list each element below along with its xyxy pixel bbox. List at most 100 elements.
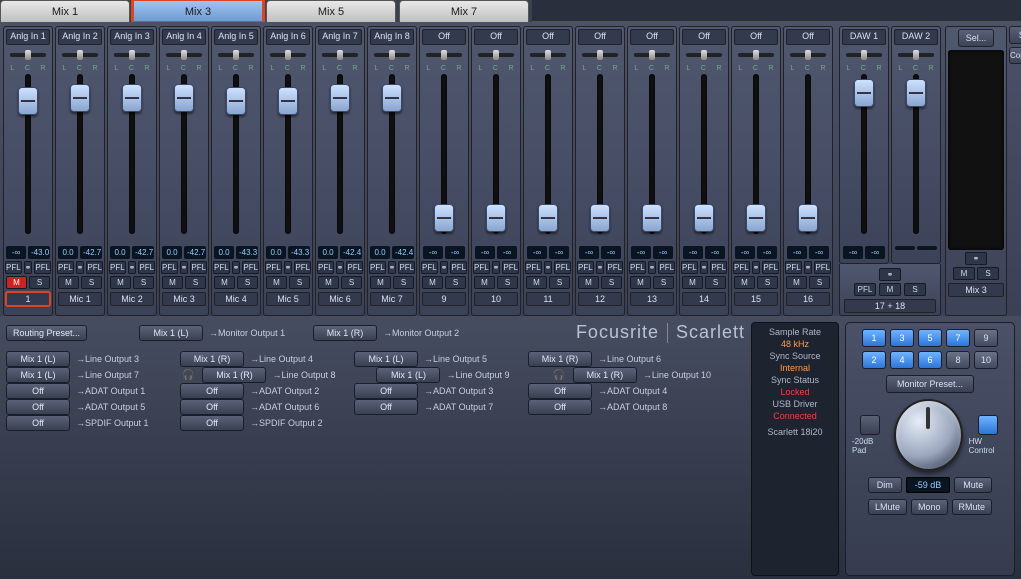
stereo-link-button[interactable]: ⚭ [492,261,501,274]
pfl-button-r[interactable]: PFL [762,261,779,274]
monitor-output-2[interactable]: 2 [862,351,886,369]
mute-button[interactable]: M [630,276,651,289]
pfl-button[interactable]: PFL [57,261,74,274]
channel-name[interactable]: Mic 6 [318,292,362,306]
routing-source-button[interactable]: Off [6,415,70,431]
stereo-link-button[interactable]: ⚭ [752,261,761,274]
solo-button[interactable]: S [757,276,778,289]
pfl-button[interactable]: PFL [525,261,542,274]
mute-button[interactable]: M [214,276,235,289]
solo-button[interactable]: S [653,276,674,289]
solo-button[interactable]: S [809,276,830,289]
routing-preset-button[interactable]: Routing Preset... [6,325,87,341]
pan-slider[interactable] [318,47,362,63]
monitor-output-7[interactable]: 7 [946,329,970,347]
routing-source-button[interactable]: Off [528,383,592,399]
solo-button[interactable]: S [445,276,466,289]
pfl-button-r[interactable]: PFL [190,261,207,274]
monitor-preset-button[interactable]: Monitor Preset... [886,375,974,393]
pan-slider[interactable] [266,47,310,63]
monitor-output-1[interactable]: 1 [862,329,886,347]
mute-button[interactable]: M [58,276,79,289]
rmute-button[interactable]: RMute [952,499,993,515]
routing-source-button[interactable]: Mix 1 (R) [528,351,592,367]
pfl-button[interactable]: PFL [473,261,490,274]
channel-name[interactable]: 1 [6,292,50,306]
mute-button[interactable]: M [526,276,547,289]
routing-source-button[interactable]: Mix 1 (L) [6,367,70,383]
daw-mute[interactable]: M [879,283,901,296]
solo-button[interactable]: S [549,276,570,289]
solo-button[interactable]: S [341,276,362,289]
mute-button[interactable]: M [318,276,339,289]
routing-source-button[interactable]: Mix 1 (R) [573,367,637,383]
stereo-link-button[interactable]: ⚭ [804,261,813,274]
mute-button[interactable]: M [474,276,495,289]
pfl-button-r[interactable]: PFL [242,261,259,274]
pan-slider[interactable] [370,47,414,63]
pan-slider[interactable] [630,47,674,63]
channel-name[interactable]: Mic 5 [266,292,310,306]
daw-link[interactable]: ⚭ [879,268,901,281]
stereo-link-button[interactable]: ⚭ [232,261,241,274]
sync-source-value[interactable]: Internal [756,363,834,373]
routing-source-button[interactable]: Mix 1 (L) [354,351,418,367]
routing-source-button[interactable]: Off [354,383,418,399]
copy-mix-to[interactable]: Copy Mix To... [1009,47,1021,64]
pfl-button[interactable]: PFL [213,261,230,274]
solo-button[interactable]: S [393,276,414,289]
pfl-button[interactable]: PFL [421,261,438,274]
fader[interactable] [110,74,154,242]
stereo-link-button[interactable]: ⚭ [284,261,293,274]
pfl-button[interactable]: PFL [317,261,334,274]
pfl-button[interactable]: PFL [265,261,282,274]
channel-input-select[interactable]: Off [630,29,674,45]
channel-input-select[interactable]: Off [474,29,518,45]
fader[interactable] [474,74,518,242]
channel-input-select[interactable]: Anlg In 3 [110,29,154,45]
monitor-output-9[interactable]: 9 [974,329,998,347]
routing-source-button[interactable]: Mix 1 (L) [6,351,70,367]
fader[interactable] [318,74,362,242]
channel-name[interactable]: 13 [630,292,674,306]
pfl-button-r[interactable]: PFL [398,261,415,274]
channel-name[interactable]: 14 [682,292,726,306]
channel-input-select[interactable]: Off [786,29,830,45]
channel-input-select[interactable]: Off [578,29,622,45]
channel-input-select[interactable]: Off [682,29,726,45]
mute-button[interactable]: M [110,276,131,289]
master-solo[interactable]: S [977,267,999,280]
pfl-button[interactable]: PFL [161,261,178,274]
channel-name[interactable]: 12 [578,292,622,306]
channel-input-select[interactable]: Anlg In 5 [214,29,258,45]
pan-slider[interactable] [474,47,518,63]
mute-button[interactable]: M [6,276,27,289]
fader[interactable] [526,74,570,242]
fader[interactable] [786,74,830,242]
solo-button[interactable]: S [601,276,622,289]
mono-button[interactable]: Mono [911,499,948,515]
channel-input-select[interactable]: Anlg In 6 [266,29,310,45]
stereo-link-button[interactable]: ⚭ [76,261,85,274]
fader[interactable] [682,74,726,242]
channel-input-select[interactable]: Anlg In 2 [58,29,102,45]
solo-button[interactable]: S [289,276,310,289]
pfl-button-r[interactable]: PFL [554,261,571,274]
channel-name[interactable]: Mic 7 [370,292,414,306]
routing-source-button[interactable]: Mix 1 (L) [376,367,440,383]
solo-button[interactable]: S [185,276,206,289]
pfl-button[interactable]: PFL [681,261,698,274]
routing-source-button[interactable]: Off [354,399,418,415]
channel-input-select[interactable]: Off [422,29,466,45]
channel-name[interactable]: 11 [526,292,570,306]
fader[interactable] [578,74,622,242]
routing-source-button[interactable]: Mix 1 (R) [202,367,266,383]
stereo-link-button[interactable]: ⚭ [700,261,709,274]
pfl-button-r[interactable]: PFL [138,261,155,274]
fader[interactable] [370,74,414,242]
mute-button[interactable]: M [682,276,703,289]
pfl-button-r[interactable]: PFL [502,261,519,274]
channel-name[interactable]: 9 [422,292,466,306]
master-link[interactable]: ⚭ [965,252,987,265]
pfl-button-r[interactable]: PFL [34,261,51,274]
